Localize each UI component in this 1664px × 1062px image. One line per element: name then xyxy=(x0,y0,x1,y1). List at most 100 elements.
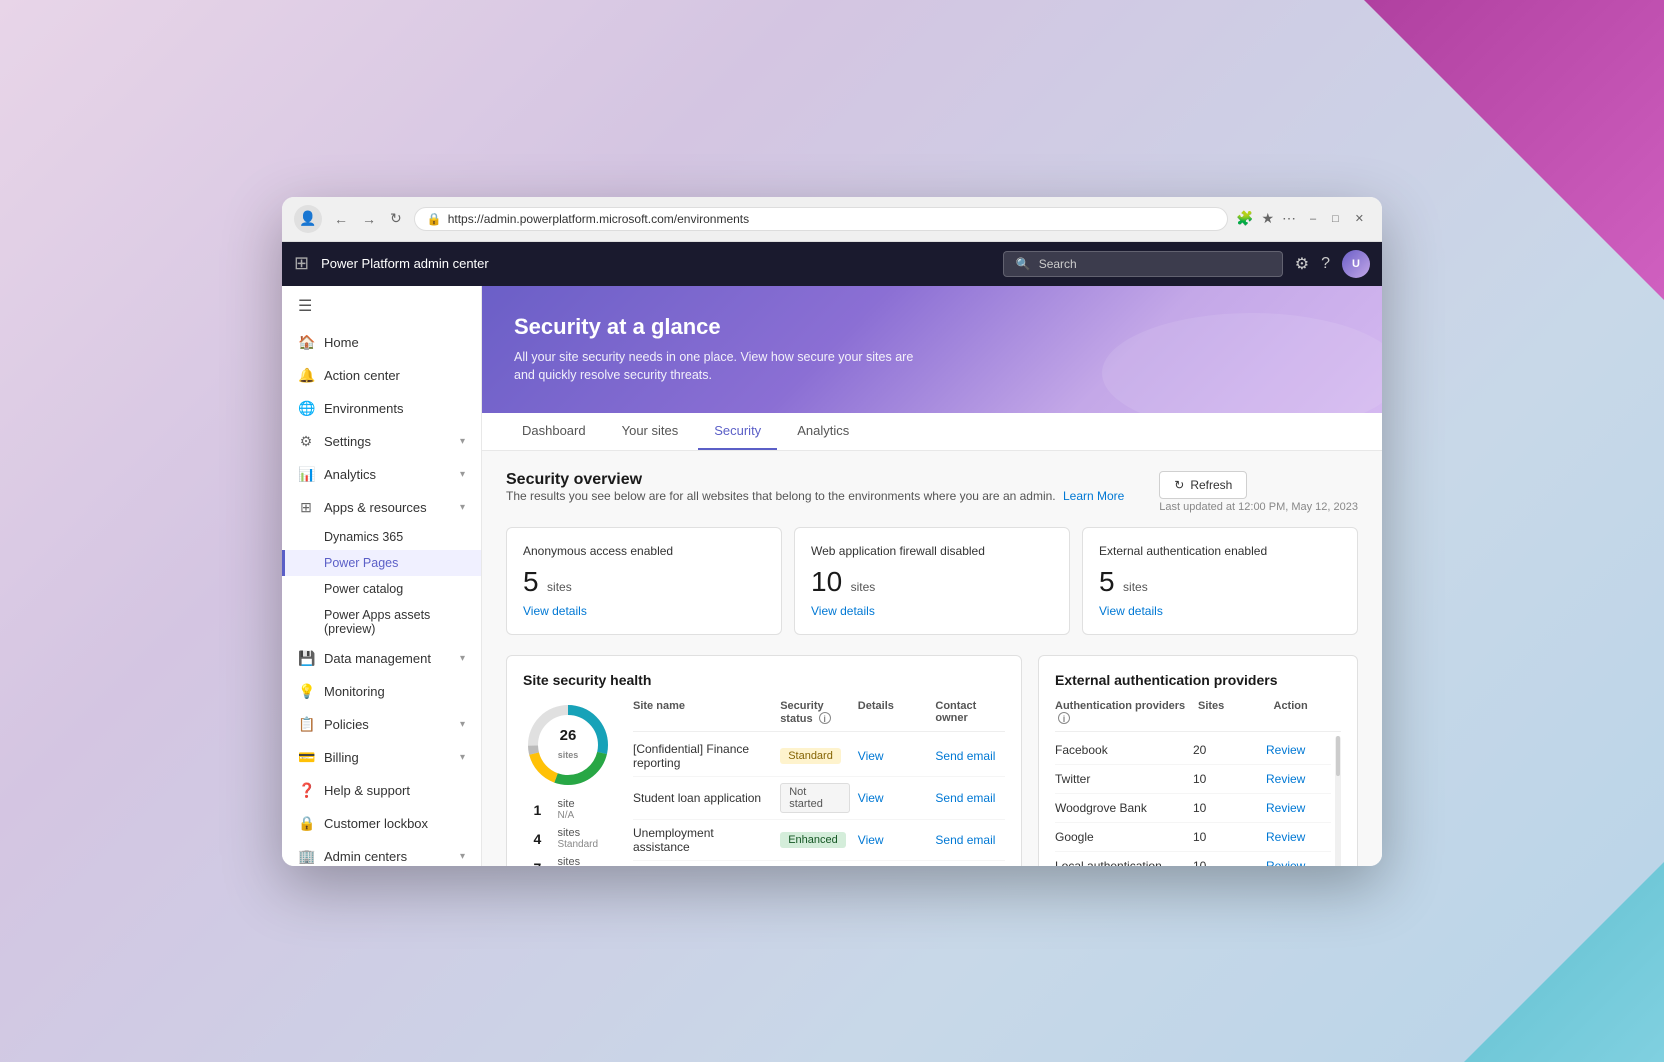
auth-providers-info-icon[interactable]: i xyxy=(1058,712,1070,724)
stat-card-anonymous-access: Anonymous access enabled 5 sites View de… xyxy=(506,527,782,635)
sidebar-action-center-label: Action center xyxy=(324,368,400,383)
scrollbar-indicator[interactable] xyxy=(1335,736,1341,866)
grid-icon[interactable]: ⊞ xyxy=(294,253,309,274)
donut-sublabel: sites xyxy=(558,750,579,760)
policies-icon: 📋 xyxy=(298,716,314,733)
header-actions: ⚙ ? U xyxy=(1295,250,1370,278)
contact-2[interactable]: Send email xyxy=(935,833,1005,847)
analytics-icon: 📊 xyxy=(298,466,314,483)
th-contact-owner: Contact owner xyxy=(935,700,1005,725)
tab-dashboard[interactable]: Dashboard xyxy=(506,413,602,450)
provider-action-1[interactable]: Review xyxy=(1266,772,1331,786)
back-button[interactable]: ← xyxy=(330,209,352,229)
th-auth-providers: Authentication providers i xyxy=(1055,700,1190,725)
tab-security[interactable]: Security xyxy=(698,413,777,450)
security-status-info-icon[interactable]: i xyxy=(819,712,831,724)
sidebar-hamburger[interactable]: ☰ xyxy=(282,286,481,326)
table-row: Unemployment assistance Enhanced View Se… xyxy=(633,820,1005,861)
help-support-icon: ❓ xyxy=(298,782,314,799)
stat-link-waf[interactable]: View details xyxy=(811,604,1053,618)
view-0[interactable]: View xyxy=(858,749,928,763)
sidebar-subitem-power-apps-assets[interactable]: Power Apps assets (preview) xyxy=(282,602,481,642)
sidebar-subitem-power-catalog[interactable]: Power catalog xyxy=(282,576,481,602)
app-header: ⊞ Power Platform admin center 🔍 Search ⚙… xyxy=(282,242,1382,286)
provider-action-0[interactable]: Review xyxy=(1266,743,1331,757)
browser-actions: 🧩 ★ ⋯ xyxy=(1236,210,1296,227)
contact-0[interactable]: Send email xyxy=(935,749,1005,763)
sidebar-item-analytics[interactable]: 📊 Analytics ▾ xyxy=(282,458,481,491)
stats-row: Anonymous access enabled 5 sites View de… xyxy=(506,527,1358,635)
sidebar-item-apps-resources[interactable]: ⊞ Apps & resources ▾ xyxy=(282,491,481,524)
stat-unit-ext-auth: sites xyxy=(1123,580,1148,594)
badge-enhanced-2: Enhanced xyxy=(780,832,846,848)
legend-enhanced-count: 7 xyxy=(533,860,549,866)
search-bar[interactable]: 🔍 Search xyxy=(1003,251,1283,277)
sidebar-data-mgmt-label: Data management xyxy=(324,651,431,666)
th-site-name: Site name xyxy=(633,700,772,725)
help-icon-button[interactable]: ? xyxy=(1321,255,1330,273)
settings-icon-button[interactable]: ⚙ xyxy=(1295,254,1309,274)
sidebar-item-policies[interactable]: 📋 Policies ▾ xyxy=(282,708,481,741)
table-header: Site name Security status i Details Cont… xyxy=(633,700,1005,732)
data-management-icon: 💾 xyxy=(298,650,314,667)
sidebar-item-monitoring[interactable]: 💡 Monitoring xyxy=(282,675,481,708)
sidebar-item-data-management[interactable]: 💾 Data management ▾ xyxy=(282,642,481,675)
learn-more-link[interactable]: Learn More xyxy=(1063,489,1124,503)
stat-card-waf-disabled: Web application firewall disabled 10 sit… xyxy=(794,527,1070,635)
close-button[interactable]: ✕ xyxy=(1349,210,1370,227)
view-1[interactable]: View xyxy=(858,791,928,805)
sidebar-subitem-dynamics365[interactable]: Dynamics 365 xyxy=(282,524,481,550)
reload-button[interactable]: ↻ xyxy=(386,208,406,229)
stat-link-ext-auth[interactable]: View details xyxy=(1099,604,1341,618)
provider-sites-0: 20 xyxy=(1193,743,1258,757)
last-updated: Last updated at 12:00 PM, May 12, 2023 xyxy=(1159,501,1358,513)
refresh-button[interactable]: ↻ Refresh xyxy=(1159,471,1247,499)
browser-nav: ← → ↻ xyxy=(330,208,406,229)
provider-name-2: Woodgrove Bank xyxy=(1055,801,1185,815)
search-placeholder: Search xyxy=(1039,257,1077,271)
admin-centers-icon: 🏢 xyxy=(298,848,314,865)
view-2[interactable]: View xyxy=(858,833,928,847)
sidebar-item-home[interactable]: 🏠 Home xyxy=(282,326,481,359)
bookmark-button[interactable]: ★ xyxy=(1261,210,1274,227)
stat-link-anonymous[interactable]: View details xyxy=(523,604,765,618)
address-bar[interactable]: 🔒 https://admin.powerplatform.microsoft.… xyxy=(414,207,1228,231)
app-title: Power Platform admin center xyxy=(321,256,991,271)
provider-action-2[interactable]: Review xyxy=(1266,801,1331,815)
contact-1[interactable]: Send email xyxy=(935,791,1005,805)
hero-banner: Security at a glance All your site secur… xyxy=(482,286,1382,414)
table-row: [Confidential] Finance reporting Standar… xyxy=(633,736,1005,777)
sidebar-item-admin-centers[interactable]: 🏢 Admin centers ▾ xyxy=(282,840,481,866)
maximize-button[interactable]: □ xyxy=(1326,210,1345,227)
provider-name-1: Twitter xyxy=(1055,772,1185,786)
hero-description: All your site security needs in one plac… xyxy=(514,348,914,386)
power-pages-label: Power Pages xyxy=(324,556,398,570)
th-security-status: Security status i xyxy=(780,700,850,725)
sidebar-subitem-power-pages[interactable]: Power Pages xyxy=(282,550,481,576)
sidebar-item-billing[interactable]: 💳 Billing ▾ xyxy=(282,741,481,774)
search-icon: 🔍 xyxy=(1016,257,1031,271)
table-row: Low income residents Advanced View Send … xyxy=(633,861,1005,866)
sidebar-item-action-center[interactable]: 🔔 Action center xyxy=(282,359,481,392)
more-button[interactable]: ⋯ xyxy=(1282,210,1296,227)
url-text: https://admin.powerplatform.microsoft.co… xyxy=(448,212,749,226)
sidebar-item-settings[interactable]: ⚙ Settings ▾ xyxy=(282,425,481,458)
provider-action-3[interactable]: Review xyxy=(1266,830,1331,844)
home-icon: 🏠 xyxy=(298,334,314,351)
environments-icon: 🌐 xyxy=(298,400,314,417)
th-action: Action xyxy=(1274,700,1342,725)
user-avatar[interactable]: U xyxy=(1342,250,1370,278)
minimize-button[interactable]: – xyxy=(1304,210,1322,227)
badge-not-started-1: Not started xyxy=(780,783,850,813)
tab-your-sites[interactable]: Your sites xyxy=(606,413,695,450)
forward-button[interactable]: → xyxy=(358,209,380,229)
sidebar-item-environments[interactable]: 🌐 Environments xyxy=(282,392,481,425)
provider-action-4[interactable]: Review xyxy=(1266,859,1331,866)
tab-analytics[interactable]: Analytics xyxy=(781,413,865,450)
settings-chevron: ▾ xyxy=(460,436,465,447)
sidebar-monitoring-label: Monitoring xyxy=(324,684,385,699)
provider-sites-3: 10 xyxy=(1193,830,1258,844)
sidebar-item-help-support[interactable]: ❓ Help & support xyxy=(282,774,481,807)
extensions-button[interactable]: 🧩 xyxy=(1236,210,1253,227)
sidebar-item-customer-lockbox[interactable]: 🔒 Customer lockbox xyxy=(282,807,481,840)
